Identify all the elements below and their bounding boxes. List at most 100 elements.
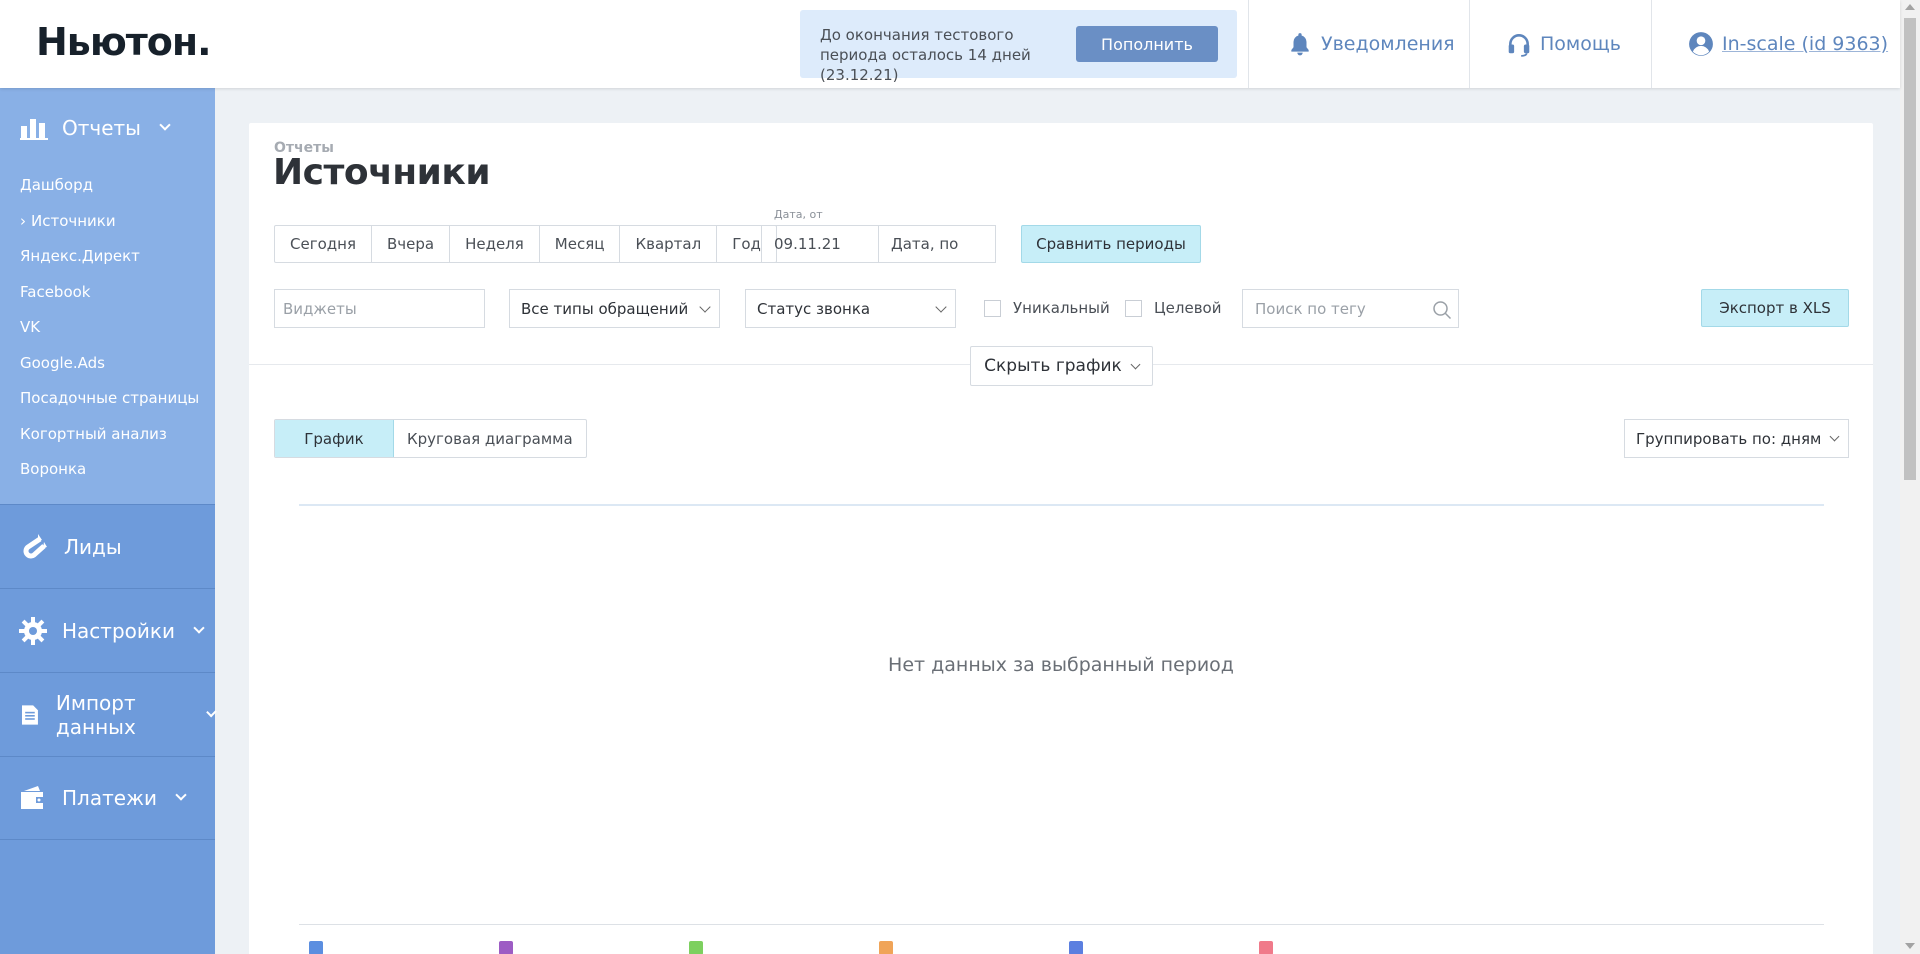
view-tabs: График Круговая диаграмма: [274, 419, 587, 458]
trial-text: До окончания тестового периода осталось …: [820, 26, 1031, 84]
reports-label: Отчеты: [62, 116, 141, 140]
chevron-down-icon: [1130, 359, 1141, 369]
sidebar-item-landing-pages[interactable]: Посадочные страницы: [20, 389, 199, 407]
bell-icon: [1291, 33, 1309, 56]
checkbox-box[interactable]: [1125, 299, 1142, 317]
date-range: [761, 225, 996, 263]
sidebar-label: Настройки: [62, 618, 175, 643]
chevron-down-icon: [175, 789, 187, 801]
topup-button[interactable]: Пополнить: [1076, 26, 1218, 62]
period-week-button[interactable]: Неделя: [450, 226, 540, 262]
chevron-down-icon: [1829, 431, 1840, 442]
chevron-down-icon: [699, 301, 711, 313]
scroll-up-icon[interactable]: [1905, 4, 1915, 10]
tag-search: [1242, 289, 1459, 328]
scrollbar[interactable]: [1900, 0, 1920, 954]
legend-swatch: [1069, 941, 1083, 954]
search-icon[interactable]: [1432, 300, 1452, 320]
chart-top-border: [299, 504, 1824, 506]
period-quarter-button[interactable]: Квартал: [620, 226, 718, 262]
period-today-button[interactable]: Сегодня: [275, 226, 372, 262]
request-types-value: Все типы обращений: [521, 299, 689, 318]
help-label: Помощь: [1540, 33, 1621, 55]
app-window: Ньютон. До окончания тестового периода о…: [0, 0, 1920, 954]
tab-chart[interactable]: График: [275, 420, 394, 457]
headset-icon: [1508, 34, 1530, 57]
legend-item[interactable]: [879, 941, 1069, 954]
chart-axis: [299, 924, 1824, 925]
call-status-value: Статус звонка: [757, 299, 871, 318]
sidebar-item-payments[interactable]: Платежи: [0, 756, 215, 840]
sidebar-item-google-ads[interactable]: Google.Ads: [20, 354, 105, 372]
export-xls-button[interactable]: Экспорт в XLS: [1701, 289, 1849, 327]
account-label: In-scale (id 9363): [1722, 33, 1889, 55]
group-by-select[interactable]: Группировать по: дням: [1624, 419, 1849, 458]
chevron-down-icon: [159, 119, 171, 131]
unique-label: Уникальный: [1013, 299, 1110, 317]
user-icon: [1689, 32, 1713, 56]
period-month-button[interactable]: Месяц: [540, 226, 621, 262]
tab-pie-chart[interactable]: Круговая диаграмма: [394, 420, 586, 457]
trial-banner: До окончания тестового периода осталось …: [800, 10, 1237, 84]
request-types-select[interactable]: Все типы обращений: [509, 289, 720, 328]
sidebar-item-dashboard[interactable]: Дашборд: [20, 176, 93, 194]
sidebar-item-vk[interactable]: VK: [20, 318, 40, 336]
legend-item[interactable]: [499, 941, 689, 954]
logo[interactable]: Ньютон.: [36, 20, 212, 64]
date-to-input[interactable]: [879, 226, 995, 262]
widgets-input[interactable]: [274, 289, 485, 328]
legend-item[interactable]: [1259, 941, 1449, 954]
reports-group: Отчеты Дашборд › Источники Яндекс.Директ …: [0, 88, 215, 504]
wallet-icon: [21, 786, 45, 809]
scroll-down-icon[interactable]: [1905, 943, 1915, 949]
chevron-right-icon: ›: [20, 212, 26, 230]
target-label: Целевой: [1154, 299, 1222, 317]
sidebar-item-import[interactable]: Импорт данных: [0, 672, 217, 756]
legend-swatch: [1259, 941, 1273, 954]
date-from-label: Дата, от: [774, 208, 823, 221]
legend-swatch: [879, 941, 893, 954]
legend-swatch: [309, 941, 323, 954]
sidebar-item-facebook[interactable]: Facebook: [20, 283, 90, 301]
target-checkbox[interactable]: Целевой: [1125, 299, 1221, 317]
sidebar-item-sources[interactable]: › Источники: [20, 212, 116, 230]
date-from-input[interactable]: [762, 226, 879, 262]
sidebar-label: Импорт данных: [55, 690, 136, 739]
sidebar-label: Лиды: [64, 534, 122, 559]
group-by-value: Группировать по: дням: [1636, 429, 1822, 448]
call-status-select[interactable]: Статус звонка: [745, 289, 956, 328]
hide-chart-label: Скрыть график: [984, 356, 1122, 376]
sidebar-item-yandex-direct[interactable]: Яндекс.Директ: [20, 247, 140, 265]
period-selector: Сегодня Вчера Неделя Месяц Квартал Год: [274, 225, 777, 263]
scroll-thumb[interactable]: [1904, 18, 1916, 480]
reports-menu[interactable]: Отчеты: [20, 116, 171, 140]
notifications-label: Уведомления: [1321, 33, 1455, 55]
document-icon: [21, 704, 38, 725]
help-link[interactable]: Помощь: [1469, 0, 1651, 88]
legend-swatch: [689, 941, 703, 954]
legend-item[interactable]: [309, 941, 499, 954]
sidebar-item-cohort[interactable]: Когортный анализ: [20, 425, 167, 443]
chart-legend: [309, 941, 1449, 954]
sidebar-item-settings[interactable]: Настройки: [0, 588, 215, 672]
account-link[interactable]: In-scale (id 9363): [1651, 0, 1900, 88]
sidebar-item-label: Источники: [31, 212, 116, 230]
hide-chart-button[interactable]: Скрыть график: [970, 346, 1153, 386]
magnet-icon: [23, 533, 47, 558]
chevron-down-icon: [206, 706, 217, 717]
legend-item[interactable]: [1069, 941, 1259, 954]
bar-chart-icon: [20, 119, 48, 140]
page-title: Источники: [273, 152, 491, 193]
legend-item[interactable]: [689, 941, 879, 954]
notifications-link[interactable]: Уведомления: [1248, 0, 1469, 88]
period-yesterday-button[interactable]: Вчера: [372, 226, 451, 262]
gear-icon: [19, 616, 47, 645]
unique-checkbox[interactable]: Уникальный: [984, 299, 1110, 317]
checkbox-box[interactable]: [984, 299, 1001, 317]
chevron-down-icon: [193, 621, 205, 634]
tag-search-input[interactable]: [1243, 290, 1423, 327]
sidebar-item-leads[interactable]: Лиды: [0, 504, 215, 588]
no-data-message: Нет данных за выбранный период: [888, 654, 1234, 676]
compare-periods-button[interactable]: Сравнить периоды: [1021, 225, 1201, 263]
sidebar-item-funnel[interactable]: Воронка: [20, 460, 86, 478]
